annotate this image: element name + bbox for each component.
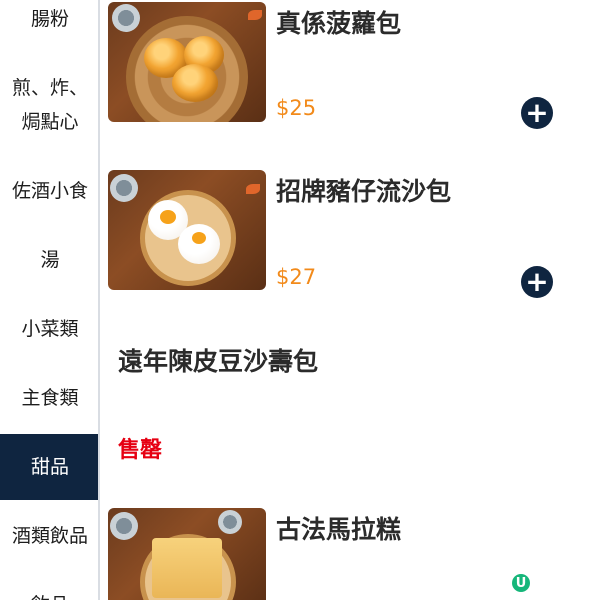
teacup-icon	[110, 174, 138, 202]
bun-shape	[178, 224, 220, 264]
sidebar-item-label: 佐酒小食	[11, 180, 88, 202]
sidebar-item-label: 煎、炸、 焗點心	[11, 77, 88, 133]
teacup-icon	[110, 512, 138, 540]
add-to-cart-button[interactable]: +	[521, 97, 553, 129]
u-badge-icon[interactable]: U	[512, 574, 530, 592]
item-name: 真係菠蘿包	[276, 9, 402, 38]
sidebar-item-mains[interactable]: 主食類	[0, 381, 98, 415]
sidebar-item-snacks[interactable]: 佐酒小食	[0, 174, 98, 208]
pineapple-bun-image[interactable]	[108, 2, 266, 122]
sidebar-item-alcohol[interactable]: 酒類飲品	[0, 519, 98, 553]
plus-icon: +	[525, 265, 549, 298]
sidebar-item-label: 甜品	[30, 456, 69, 478]
sidebar-item-label: 湯	[40, 249, 60, 271]
fab-label: U	[515, 575, 527, 591]
sidebar-item-label: 小菜類	[21, 318, 79, 340]
sidebar-item-soup[interactable]: 湯	[0, 243, 98, 277]
leaf-decoration	[246, 184, 260, 194]
sidebar-item-desserts[interactable]: 甜品	[0, 434, 98, 500]
add-to-cart-button[interactable]: +	[521, 266, 553, 298]
sidebar-item-rice-noodle-roll[interactable]: 腸粉	[0, 2, 98, 36]
item-name: 招牌豬仔流沙包	[276, 177, 452, 206]
plus-icon: +	[525, 96, 549, 129]
item-name: 遠年陳皮豆沙壽包	[118, 347, 319, 376]
lava-bun-image[interactable]	[108, 170, 266, 290]
item-price: $27	[276, 265, 317, 289]
sidebar-item-label: 酒類飲品	[11, 525, 88, 547]
teacup-icon	[112, 4, 140, 32]
sidebar-item-label: 腸粉	[30, 8, 69, 30]
yolk-filling	[192, 232, 206, 244]
menu-list: 真係菠蘿包 $25 + 招牌豬仔流沙包 $27 + 遠年陳皮豆沙壽包 售罄 古法…	[100, 0, 600, 600]
malay-cake-image[interactable]	[108, 508, 266, 600]
item-price: $25	[276, 96, 317, 120]
leaf-decoration	[248, 10, 262, 20]
yolk-filling	[160, 210, 176, 224]
bun-shape	[172, 64, 218, 102]
sold-out-badge: 售罄	[118, 438, 163, 463]
sidebar-item-label: 主食類	[21, 387, 79, 409]
teacup-icon	[218, 510, 242, 534]
category-sidebar: 腸粉 煎、炸、 焗點心 佐酒小食 湯 小菜類 主食類 甜品 酒類飲品 飲品	[0, 0, 100, 600]
sidebar-item-label: 飲品	[31, 588, 69, 600]
cake-shape	[152, 538, 222, 598]
item-name: 古法馬拉糕	[276, 515, 402, 544]
sidebar-item-drinks[interactable]: 飲品	[0, 588, 98, 600]
sidebar-item-fried-dim-sum[interactable]: 煎、炸、 焗點心	[0, 70, 98, 140]
sidebar-item-dishes[interactable]: 小菜類	[0, 312, 98, 346]
